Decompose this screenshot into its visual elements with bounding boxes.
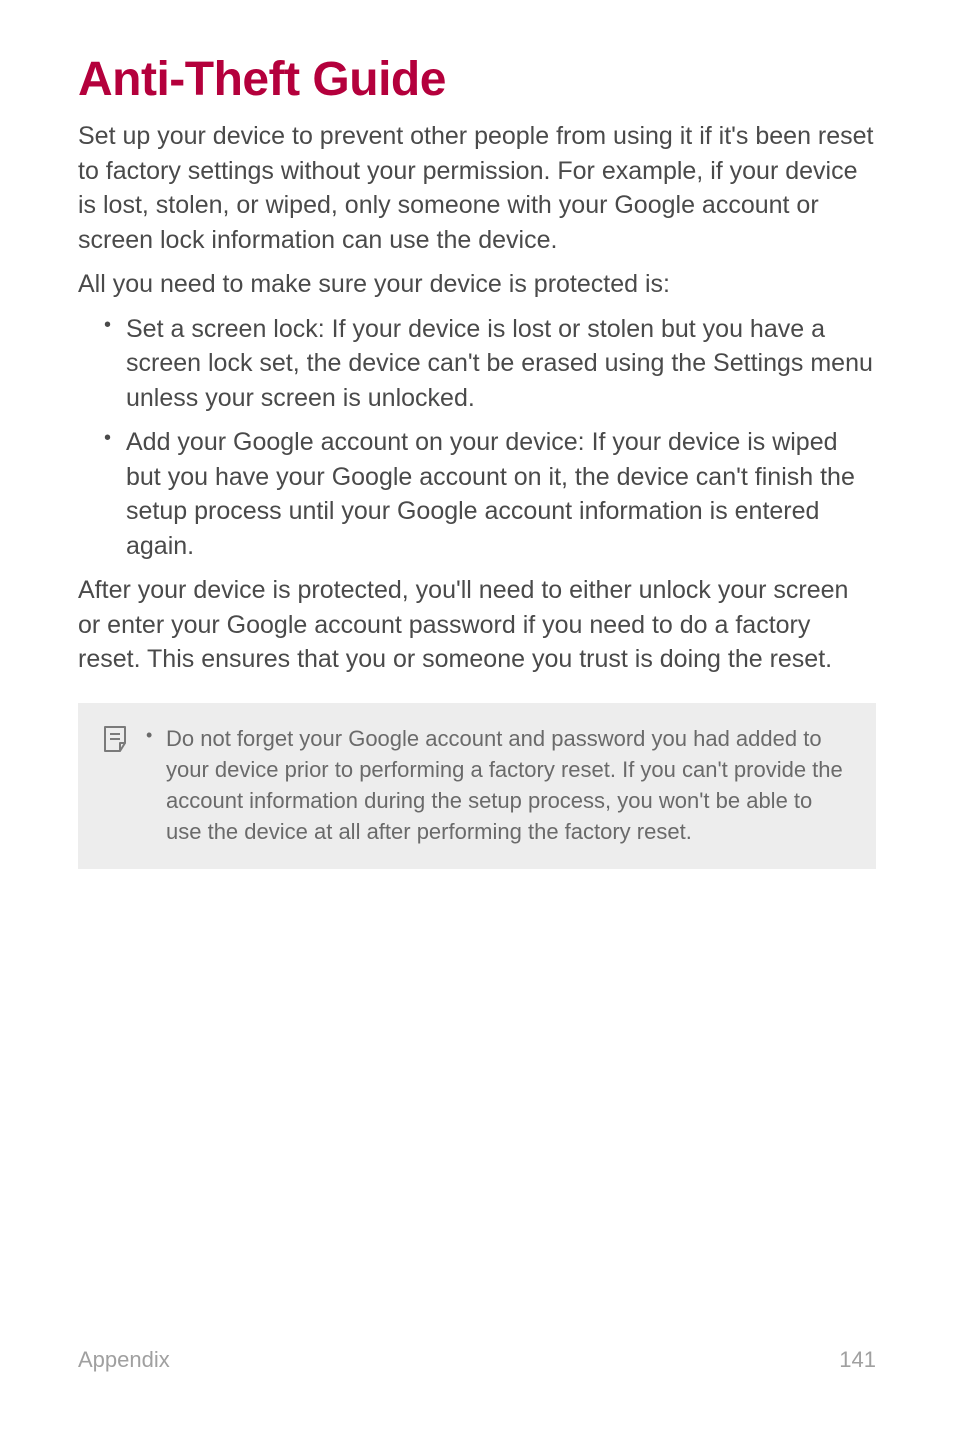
page-title: Anti-Theft Guide xyxy=(78,52,876,107)
footer-section-label: Appendix xyxy=(78,1347,170,1373)
protection-steps-list: Set a screen lock: If your device is los… xyxy=(78,312,876,564)
footer-page-number: 141 xyxy=(839,1347,876,1373)
list-item: Add your Google account on your device: … xyxy=(104,425,876,563)
page-footer: Appendix 141 xyxy=(78,1347,876,1373)
closing-paragraph: After your device is protected, you'll n… xyxy=(78,573,876,677)
note-list: Do not forget your Google account and pa… xyxy=(146,723,852,848)
note-item: Do not forget your Google account and pa… xyxy=(146,723,852,848)
note-box: Do not forget your Google account and pa… xyxy=(78,703,876,870)
list-item: Set a screen lock: If your device is los… xyxy=(104,312,876,416)
intro-paragraph: Set up your device to prevent other peop… xyxy=(78,119,876,257)
note-icon xyxy=(102,725,128,753)
page-content: Anti-Theft Guide Set up your device to p… xyxy=(0,0,954,869)
lead-in-paragraph: All you need to make sure your device is… xyxy=(78,267,876,302)
